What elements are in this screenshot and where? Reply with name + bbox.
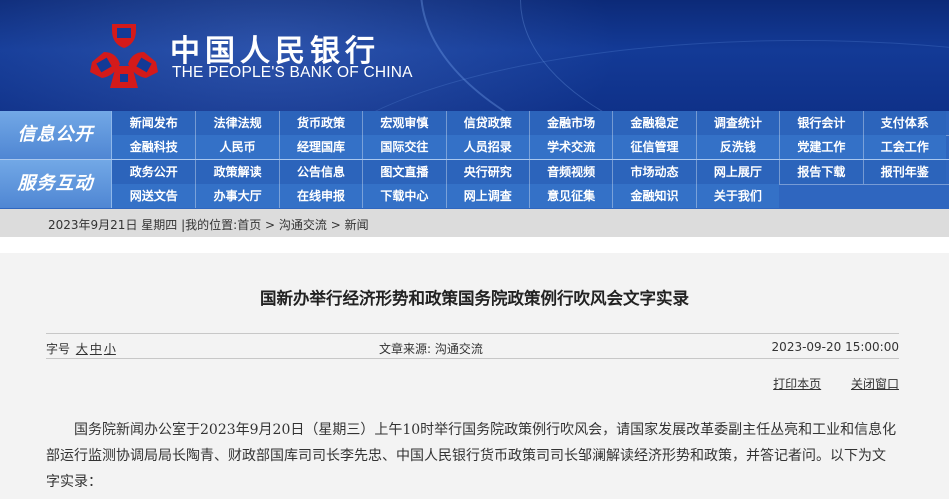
nav-item[interactable]: 银行会计: [779, 111, 862, 135]
font-size-large-link[interactable]: 大: [76, 342, 88, 356]
article-source: 文章来源: 沟通交流: [379, 340, 483, 357]
article-meta: 字号 大中小 文章来源: 沟通交流 2023-09-20 15:00:00: [46, 334, 899, 358]
nav-item[interactable]: 办事大厅: [195, 184, 278, 208]
nav-item[interactable]: 工会工作: [862, 135, 946, 159]
article-panel: 国新办举行经济形势和政策国务院政策例行吹风会文字实录 字号 大中小 文章来源: …: [0, 253, 949, 499]
nav-item[interactable]: 在线申报: [278, 184, 362, 208]
nav-info-block: 信息公开 新闻发布 法律法规 货币政策 宏观审慎 信贷政策 金融市场 金融稳定 调查统计 银行会…: [0, 111, 949, 160]
main-nav: 信息公开 新闻发布 法律法规 货币政策 宏观审慎 信贷政策 金融市场 金融稳定 调查统计 银行会…: [0, 111, 949, 209]
nav-item[interactable]: 经理国库: [278, 135, 362, 159]
bank-name-en: THE PEOPLE'S BANK OF CHINA: [172, 64, 413, 81]
nav-item[interactable]: 图文直播: [362, 160, 445, 184]
nav-item[interactable]: 意见征集: [528, 184, 612, 208]
nav-item[interactable]: 报刊年鉴: [862, 160, 946, 184]
nav-item[interactable]: 人员招录: [445, 135, 529, 159]
nav-item[interactable]: 党建工作: [779, 135, 862, 159]
nav-item[interactable]: 政策解读: [195, 160, 278, 184]
nav-item[interactable]: 政务公开: [112, 160, 195, 184]
nav-item[interactable]: 反洗钱: [695, 135, 779, 159]
nav-item[interactable]: 音频视频: [528, 160, 612, 184]
nav-item[interactable]: 网上调查: [445, 184, 529, 208]
nav-item[interactable]: 金融稳定: [612, 111, 695, 135]
article-body: 国务院新闻办公室于2023年9月20日（星期三）上午10时举行国务院政策例行吹风…: [46, 422, 897, 490]
nav-item[interactable]: 关于我们: [695, 184, 779, 208]
breadcrumb-arrow: >: [330, 218, 341, 232]
nav-item[interactable]: 支付体系: [862, 111, 946, 135]
breadcrumb-current-link[interactable]: 新闻: [345, 218, 369, 232]
article-title: 国新办举行经济形势和政策国务院政策例行吹风会文字实录: [260, 289, 689, 308]
nav-section-label[interactable]: 信息公开: [0, 111, 112, 159]
nav-row: 网送文告 办事大厅 在线申报 下载中心 网上调查 意见征集 金融知识 关于我们: [112, 184, 780, 208]
breadcrumb-arrow: >: [265, 218, 276, 232]
nav-item[interactable]: 学术交流: [528, 135, 612, 159]
nav-item[interactable]: 金融知识: [612, 184, 695, 208]
source-label: 文章来源:: [379, 342, 432, 356]
breadcrumb-section-link[interactable]: 沟通交流: [279, 218, 327, 232]
nav-item[interactable]: 网送文告: [112, 184, 195, 208]
font-size-control: 字号 大中小: [46, 340, 116, 357]
article-actions: 打印本页 关闭窗口: [747, 375, 899, 392]
nav-section-label[interactable]: 服务互动: [0, 160, 112, 208]
nav-item[interactable]: 报告下载: [779, 160, 862, 184]
breadcrumb-prefix: 我的位置:: [185, 218, 238, 232]
pboc-logo-icon[interactable]: [86, 22, 162, 90]
nav-item[interactable]: 央行研究: [445, 160, 529, 184]
nav-item[interactable]: 信贷政策: [445, 111, 529, 135]
font-size-small-link[interactable]: 小: [104, 342, 116, 356]
site-banner: 中国人民银行 THE PEOPLE'S BANK OF CHINA: [0, 0, 949, 111]
font-size-label: 字号: [46, 342, 71, 356]
nav-row: 金融科技 人民币 经理国库 国际交往 人员招录 学术交流 征信管理 反洗钱 党建工作 工会工作: [112, 135, 946, 159]
divider: [46, 358, 899, 359]
source-value: 沟通交流: [434, 342, 483, 356]
nav-item[interactable]: 国际交往: [362, 135, 445, 159]
nav-row: 政务公开 政策解读 公告信息 图文直播 央行研究 音频视频 市场动态 网上展厅 报告下载 报刊年鉴: [112, 160, 946, 184]
nav-item[interactable]: 公告信息: [278, 160, 362, 184]
font-size-medium-link[interactable]: 中: [90, 342, 102, 356]
nav-item[interactable]: 征信管理: [612, 135, 695, 159]
nav-item[interactable]: 网上展厅: [695, 160, 779, 184]
nav-item[interactable]: 市场动态: [612, 160, 695, 184]
nav-item[interactable]: 新闻发布: [112, 111, 195, 135]
nav-item[interactable]: 法律法规: [195, 111, 278, 135]
publish-time: 2023-09-20 15:00:00: [771, 340, 899, 354]
breadcrumb-bar: 2023年9月21日 星期四 |我的位置:首页 > 沟通交流 > 新闻: [0, 209, 949, 237]
nav-service-block: 服务互动 政务公开 政策解读 公告信息 图文直播 央行研究 音频视频 市场动态 网上展厅 报告下…: [0, 160, 949, 209]
nav-item[interactable]: 金融市场: [528, 111, 612, 135]
current-date: 2023年9月21日 星期四: [48, 218, 178, 232]
print-page-link[interactable]: 打印本页: [773, 377, 821, 391]
nav-item[interactable]: 宏观审慎: [362, 111, 445, 135]
breadcrumb-home-link[interactable]: 首页: [237, 218, 261, 232]
nav-item[interactable]: 调查统计: [695, 111, 779, 135]
nav-item[interactable]: 货币政策: [278, 111, 362, 135]
nav-item[interactable]: 人民币: [195, 135, 278, 159]
close-window-link[interactable]: 关闭窗口: [851, 377, 899, 391]
nav-item[interactable]: 金融科技: [112, 135, 195, 159]
nav-row: 新闻发布 法律法规 货币政策 宏观审慎 信贷政策 金融市场 金融稳定 调查统计 银行会计 支付体系: [112, 111, 946, 135]
breadcrumb: 2023年9月21日 星期四 |我的位置:首页 > 沟通交流 > 新闻: [48, 216, 369, 233]
nav-item[interactable]: 下载中心: [362, 184, 445, 208]
